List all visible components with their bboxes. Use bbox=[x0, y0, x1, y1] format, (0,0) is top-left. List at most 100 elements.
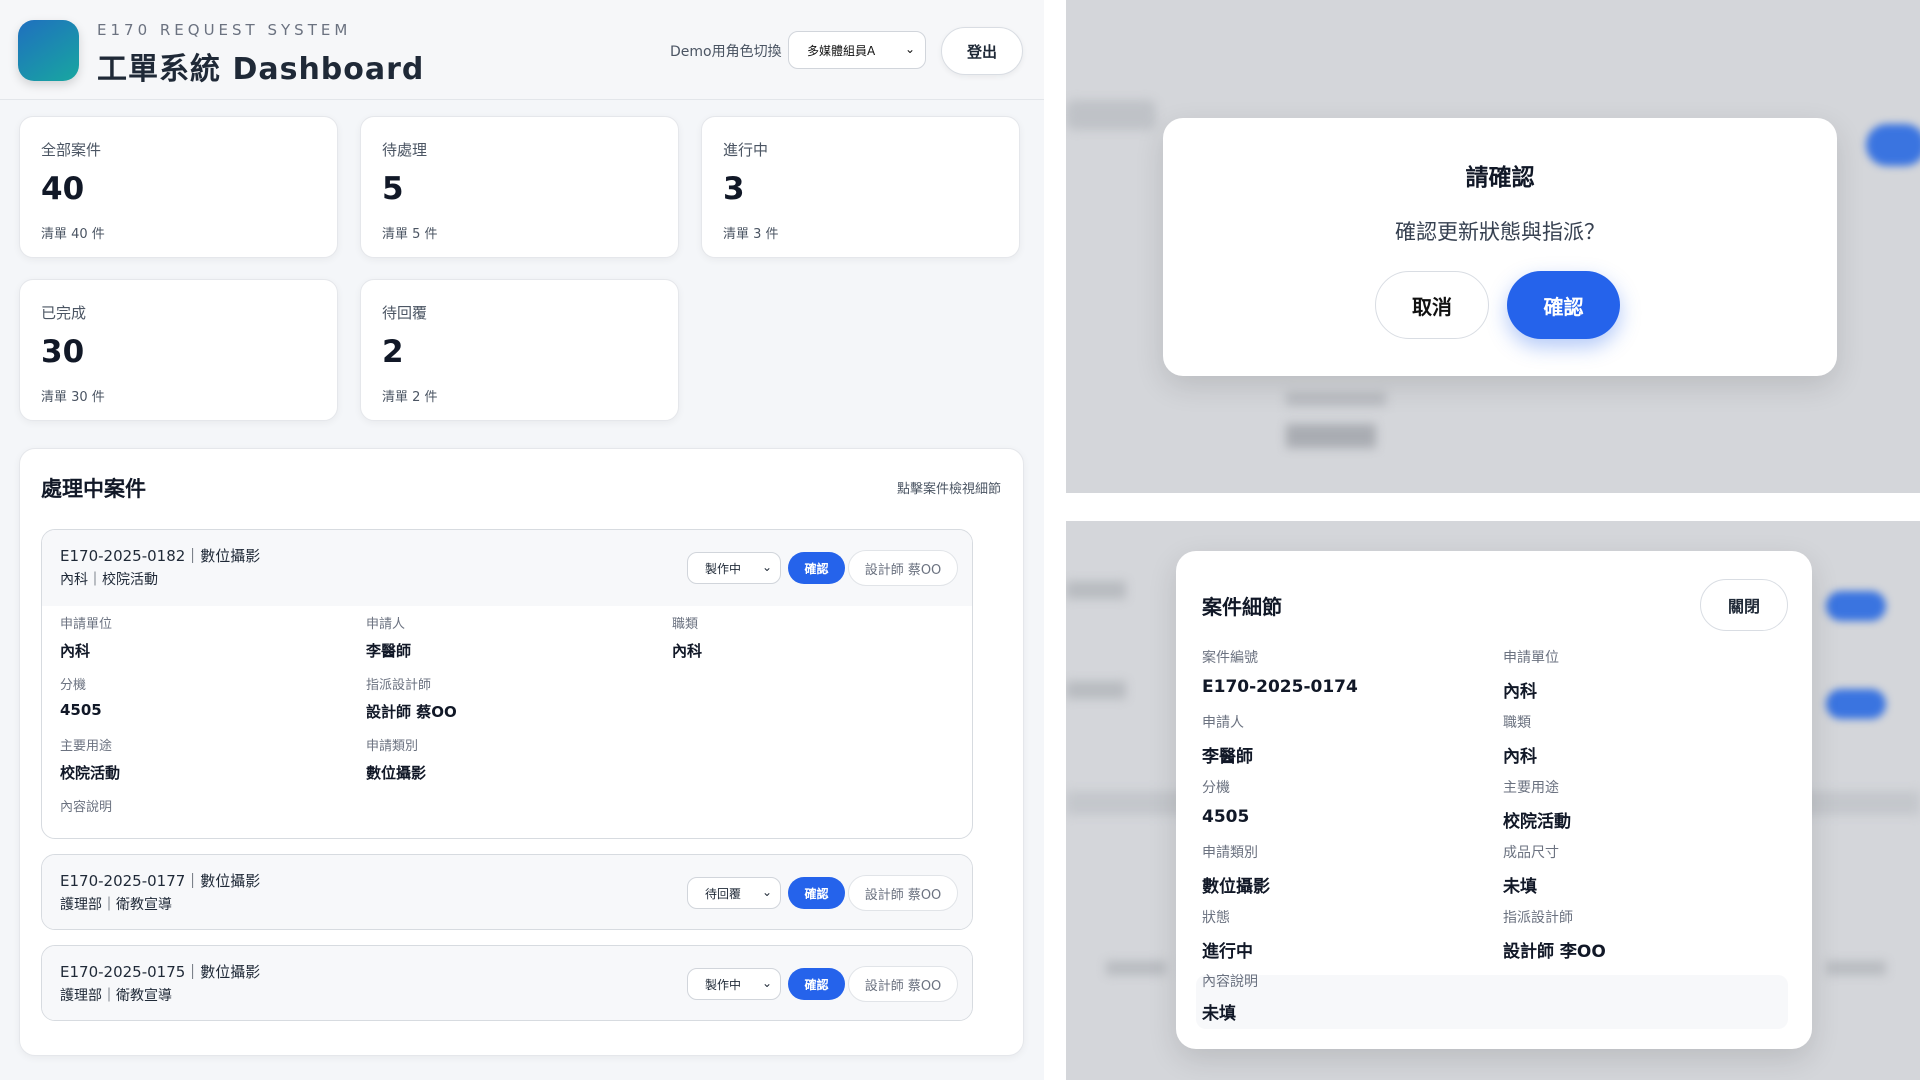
stat-label: 待回覆 bbox=[382, 304, 428, 322]
detail-value: 校院活動 bbox=[60, 764, 121, 782]
case-item[interactable]: E170-2025-0177｜數位攝影 護理部｜衛教宣導 待回覆 ⌄ 確認 設計… bbox=[41, 854, 973, 930]
role-select[interactable]: 多媒體組員A ⌄ bbox=[788, 31, 926, 69]
stat-sub: 清單 30 件 bbox=[41, 390, 105, 405]
modal-field-description-bg bbox=[1196, 975, 1788, 1029]
confirm-dialog-overlay: 請確認 確認更新狀態與指派？ 取消 確認 bbox=[1066, 0, 1920, 493]
stat-sub: 清單 40 件 bbox=[41, 227, 105, 242]
modal-field-job-title: 職類 內科 bbox=[1503, 712, 1537, 767]
case-confirm-button[interactable]: 確認 bbox=[788, 968, 845, 1000]
app-subtitle: E170 REQUEST SYSTEM bbox=[97, 21, 352, 39]
stat-card-pending[interactable]: 待處理 5 清單 5 件 bbox=[360, 116, 679, 258]
page-title: 工單系統 Dashboard bbox=[97, 52, 425, 87]
chevron-down-icon: ⌄ bbox=[904, 42, 915, 56]
case-detail-modal: 案件細節 關閉 案件編號 E170-2025-0174 申請單位 內科 申請人 … bbox=[1176, 551, 1812, 1049]
blurred-background bbox=[1066, 581, 1126, 599]
case-status-select[interactable]: 製作中 ⌄ bbox=[687, 968, 781, 1000]
case-status-select[interactable]: 製作中 ⌄ bbox=[687, 552, 781, 584]
case-header[interactable]: E170-2025-0182｜數位攝影 內科｜校院活動 製作中 ⌄ 確認 設計師… bbox=[42, 530, 972, 606]
case-designer-select[interactable]: 設計師 蔡OO bbox=[848, 966, 958, 1002]
logo-icon bbox=[18, 20, 79, 81]
stat-card-awaiting-reply[interactable]: 待回覆 2 清單 2 件 bbox=[360, 279, 679, 421]
detail-unit: 申請單位 內科 bbox=[60, 613, 112, 661]
blurred-background bbox=[1286, 424, 1376, 448]
field-value: 校院活動 bbox=[1503, 812, 1571, 832]
field-value: 未填 bbox=[1503, 877, 1537, 897]
detail-key: 指派設計師 bbox=[366, 678, 432, 693]
field-value: 未填 bbox=[1202, 1004, 1236, 1024]
case-designer-select[interactable]: 設計師 蔡OO bbox=[848, 550, 958, 586]
detail-value: 4505 bbox=[60, 701, 102, 719]
modal-field-size: 成品尺寸 未填 bbox=[1503, 842, 1559, 897]
stat-sub: 清單 5 件 bbox=[382, 227, 438, 242]
role-switch-label: Demo用角色切換 bbox=[670, 44, 782, 60]
panel-title: 處理中案件 bbox=[41, 477, 146, 501]
field-key: 職類 bbox=[1503, 715, 1531, 731]
blurred-background bbox=[1106, 961, 1166, 975]
modal-field-purpose: 主要用途 校院活動 bbox=[1503, 777, 1571, 832]
case-subtitle: 護理部｜衛教宣導 bbox=[60, 988, 172, 1004]
stat-value: 30 bbox=[41, 334, 85, 370]
detail-key: 職類 bbox=[672, 617, 699, 632]
field-value: 李醫師 bbox=[1202, 747, 1253, 767]
field-key: 申請單位 bbox=[1503, 650, 1559, 666]
case-header[interactable]: E170-2025-0177｜數位攝影 護理部｜衛教宣導 待回覆 ⌄ 確認 設計… bbox=[42, 855, 972, 929]
case-subtitle: 內科｜校院活動 bbox=[60, 572, 158, 588]
dashboard: E170 REQUEST SYSTEM 工單系統 Dashboard Demo用… bbox=[0, 0, 1044, 1080]
close-button[interactable]: 關閉 bbox=[1700, 579, 1788, 631]
case-detail-overlay: 案件細節 關閉 案件編號 E170-2025-0174 申請單位 內科 申請人 … bbox=[1066, 521, 1920, 1080]
detail-applicant: 申請人 李醫師 bbox=[366, 613, 411, 661]
case-header[interactable]: E170-2025-0175｜數位攝影 護理部｜衛教宣導 製作中 ⌄ 確認 設計… bbox=[42, 946, 972, 1020]
cases-panel: 處理中案件 點擊案件檢視細節 E170-2025-0182｜數位攝影 內科｜校院… bbox=[19, 448, 1024, 1056]
detail-value: 數位攝影 bbox=[366, 764, 427, 782]
case-item[interactable]: E170-2025-0175｜數位攝影 護理部｜衛教宣導 製作中 ⌄ 確認 設計… bbox=[41, 945, 973, 1021]
field-key: 主要用途 bbox=[1503, 780, 1559, 796]
field-value: 4505 bbox=[1202, 807, 1250, 827]
stat-value: 40 bbox=[41, 171, 85, 207]
blurred-background bbox=[1066, 681, 1126, 699]
blurred-background bbox=[1286, 392, 1386, 406]
detail-value: 李醫師 bbox=[366, 642, 412, 660]
chevron-down-icon: ⌄ bbox=[761, 976, 772, 990]
case-confirm-button[interactable]: 確認 bbox=[788, 877, 845, 909]
modal-field-designer: 指派設計師 設計師 李OO bbox=[1503, 907, 1606, 962]
detail-key: 分機 bbox=[60, 678, 87, 693]
detail-key: 申請類別 bbox=[366, 739, 419, 754]
detail-key: 內容說明 bbox=[60, 800, 113, 815]
detail-purpose: 主要用途 校院活動 bbox=[60, 735, 120, 783]
role-select-value: 多媒體組員A bbox=[807, 43, 876, 58]
case-item[interactable]: E170-2025-0182｜數位攝影 內科｜校院活動 製作中 ⌄ 確認 設計師… bbox=[41, 529, 973, 839]
confirm-button[interactable]: 確認 bbox=[1507, 271, 1620, 339]
cancel-button[interactable]: 取消 bbox=[1375, 271, 1489, 339]
case-title: E170-2025-0175｜數位攝影 bbox=[60, 963, 261, 981]
field-value: 內科 bbox=[1503, 682, 1537, 702]
stat-value: 3 bbox=[723, 171, 745, 207]
case-status-select[interactable]: 待回覆 ⌄ bbox=[687, 877, 781, 909]
case-status-value: 製作中 bbox=[705, 977, 742, 992]
stat-label: 待處理 bbox=[382, 141, 428, 159]
detail-description: 內容說明 bbox=[60, 796, 112, 815]
case-designer-select[interactable]: 設計師 蔡OO bbox=[848, 875, 958, 911]
case-confirm-button[interactable]: 確認 bbox=[788, 552, 845, 584]
stat-card-done[interactable]: 已完成 30 清單 30 件 bbox=[19, 279, 338, 421]
field-key: 指派設計師 bbox=[1503, 910, 1573, 926]
stat-label: 全部案件 bbox=[41, 141, 102, 159]
stat-card-in-progress[interactable]: 進行中 3 清單 3 件 bbox=[701, 116, 1020, 258]
blurred-background bbox=[1826, 591, 1886, 621]
detail-key: 主要用途 bbox=[60, 739, 113, 754]
modal-field-extension: 分機 4505 bbox=[1202, 777, 1249, 827]
field-value: 內科 bbox=[1503, 747, 1537, 767]
field-value: E170-2025-0174 bbox=[1202, 677, 1358, 697]
chevron-down-icon: ⌄ bbox=[761, 885, 772, 899]
detail-extension: 分機 4505 bbox=[60, 674, 102, 719]
detail-key: 申請單位 bbox=[60, 617, 113, 632]
field-key: 案件編號 bbox=[1202, 650, 1258, 666]
dialog-title: 請確認 bbox=[1465, 165, 1535, 191]
stat-sub: 清單 2 件 bbox=[382, 390, 438, 405]
logout-button[interactable]: 登出 bbox=[941, 27, 1023, 75]
detail-category: 申請類別 數位攝影 bbox=[366, 735, 426, 783]
stat-label: 已完成 bbox=[41, 304, 87, 322]
blurred-background bbox=[1826, 961, 1886, 975]
modal-field-unit: 申請單位 內科 bbox=[1503, 647, 1559, 702]
detail-job-title: 職類 內科 bbox=[672, 613, 702, 661]
stat-card-all[interactable]: 全部案件 40 清單 40 件 bbox=[19, 116, 338, 258]
